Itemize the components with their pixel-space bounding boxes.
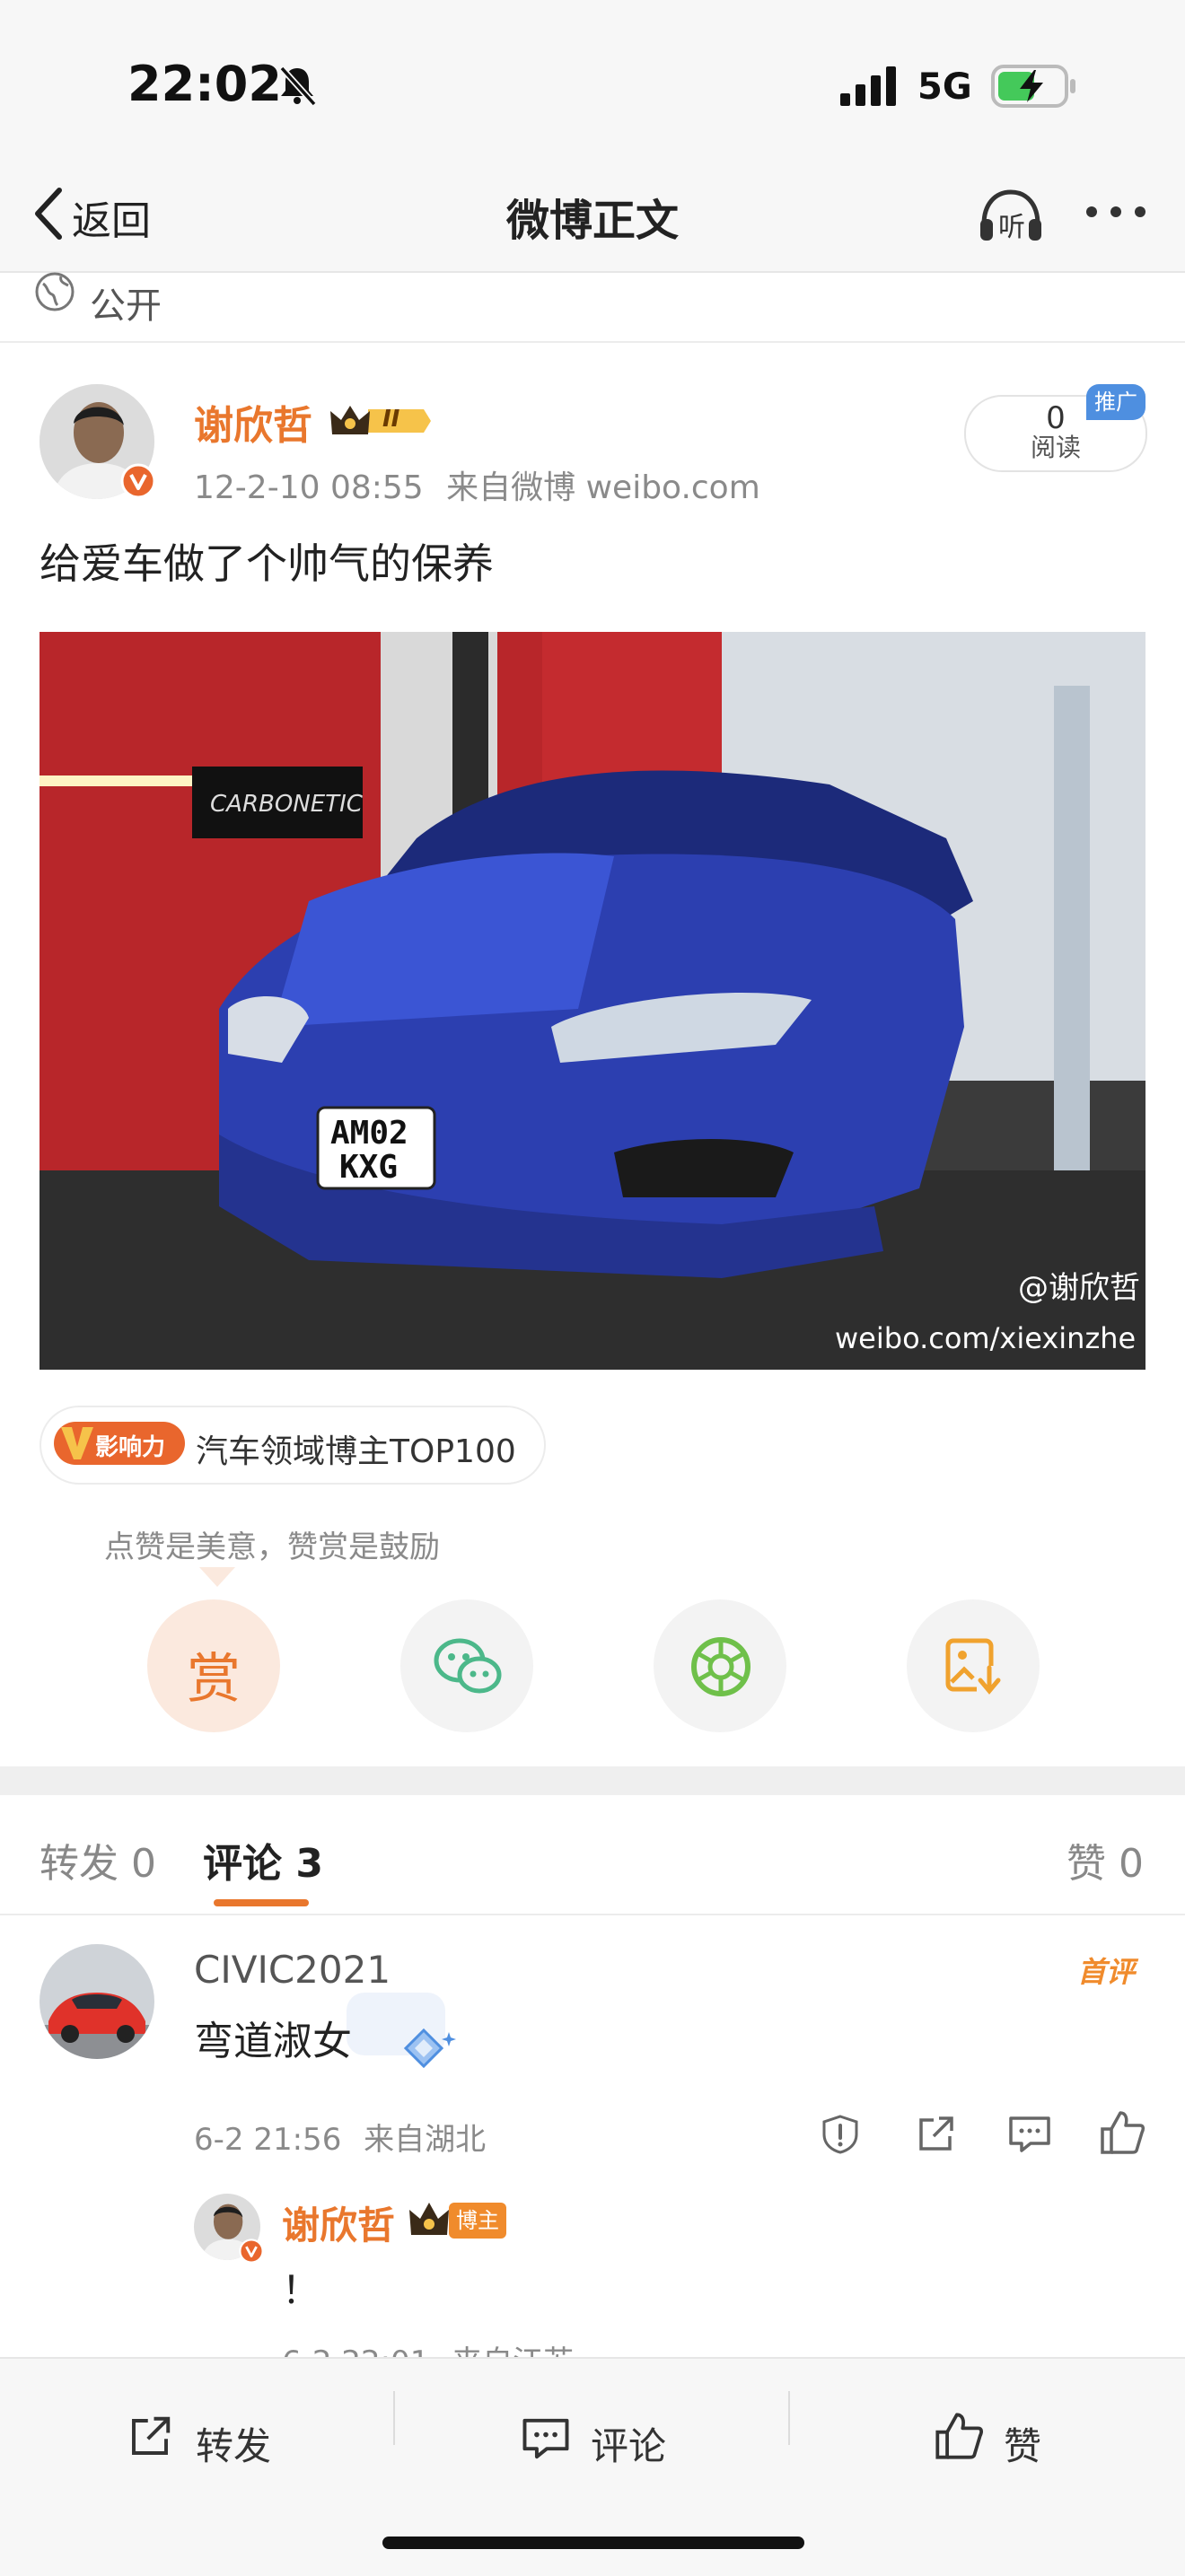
repost-icon [132, 2416, 171, 2455]
influence-badge-text: 影响力 [95, 1434, 166, 1461]
first-comment-badge: 首评 [1077, 1955, 1136, 1989]
comment-meta: 6-2 21:56 来自湖北 [194, 2115, 486, 2159]
comment-text: 弯道淑女 [194, 2019, 352, 2064]
battery-charging-icon [991, 65, 1075, 108]
wall-logo-text: CARBONETIC [210, 791, 364, 818]
watermark-handle: @谢欣哲 [1018, 1270, 1140, 1306]
diamond-sticker-icon [403, 2028, 456, 2069]
post-source[interactable]: 来自微博 weibo.com [446, 469, 760, 506]
verified-badge-icon [239, 2239, 264, 2264]
post-photo[interactable]: CARBONETIC AM02 KXG @谢欣哲 weibo.com/xiexi… [40, 632, 1146, 1370]
save-image-button[interactable] [907, 1599, 1040, 1732]
reply-text: ！ [282, 2268, 320, 2312]
reply-icon[interactable] [1007, 2113, 1052, 2156]
wechat-icon [434, 1638, 502, 1694]
mute-bell-icon [279, 66, 317, 107]
separator [393, 2391, 395, 2445]
reward-button-label: 赏 [187, 1648, 241, 1711]
verified-badge-icon [120, 463, 156, 499]
crown-icon [409, 2203, 449, 2235]
promote-badge[interactable]: 推广 [1086, 384, 1146, 420]
bottom-like-label[interactable]: 赞 [1004, 2416, 1041, 2471]
more-icon[interactable] [1083, 203, 1149, 221]
owner-tag: 博主 [449, 2203, 506, 2239]
post-text: 给爱车做了个帅气的保养 [40, 539, 494, 588]
plate-line2: KXG [339, 1149, 398, 1186]
network-label: 5G [917, 66, 972, 108]
divider [0, 1914, 1185, 1915]
v-logo-icon [61, 1427, 93, 1459]
share-moments-button[interactable] [654, 1599, 786, 1732]
comment-time: 6-2 21:56 [194, 2122, 342, 2158]
tip-pointer [199, 1567, 235, 1587]
author-name[interactable]: 谢欣哲 [194, 393, 312, 451]
save-image-icon [945, 1638, 1002, 1696]
tab-repost[interactable]: 转发 0 [40, 1831, 156, 1888]
plate-line1: AM02 [330, 1115, 408, 1152]
bottom-comment-label[interactable]: 评论 [591, 2416, 666, 2471]
share-wechat-button[interactable] [400, 1599, 533, 1732]
watermark-url: weibo.com/xiexinzhe [835, 1321, 1136, 1355]
comment-like-icon[interactable] [1099, 2109, 1146, 2156]
influence-badge: 影响力 [54, 1422, 185, 1465]
report-shield-icon[interactable] [819, 2113, 862, 2156]
tab-likes[interactable]: 赞 0 [1066, 1831, 1144, 1888]
globe-icon [35, 272, 75, 311]
status-time: 22:02 [127, 56, 282, 112]
reward-button[interactable]: 赏 [147, 1599, 280, 1732]
separator [788, 2391, 790, 2445]
signal-icon [840, 66, 896, 106]
reward-tip: 点赞是美意，赞赏是鼓励 [104, 1529, 440, 1565]
bottom-like-button[interactable] [930, 2402, 1074, 2474]
listen-button[interactable]: 听 [977, 183, 1045, 248]
section-gap [0, 1766, 1185, 1795]
reply-username[interactable]: 谢欣哲 [282, 2195, 395, 2250]
vip-badge: II [329, 402, 433, 440]
home-indicator [382, 2537, 804, 2549]
divider [0, 341, 1185, 343]
post-time: 12-2-10 08:55 [194, 469, 424, 506]
comment-repost-icon[interactable] [914, 2113, 957, 2156]
aperture-icon [691, 1637, 750, 1696]
car-garage-photo: CARBONETIC AM02 KXG @谢欣哲 weibo.com/xiexi… [40, 632, 1146, 1370]
comment-location: 来自湖北 [364, 2122, 487, 2158]
vip-level: II [382, 406, 400, 433]
comment-username[interactable]: CIVIC2021 [194, 1948, 391, 1992]
read-label: 阅读 [1030, 433, 1081, 462]
listen-label: 听 [998, 212, 1025, 243]
tab-comments[interactable]: 评论 3 [203, 1831, 323, 1888]
like-icon [935, 2413, 983, 2459]
comment-icon [522, 2418, 569, 2459]
bottom-repost-label[interactable]: 转发 [196, 2416, 271, 2471]
red-car-photo [40, 1944, 154, 2059]
post-meta: 12-2-10 08:55 来自微博 weibo.com [194, 461, 760, 508]
active-tab-indicator [214, 1899, 309, 1906]
visibility-label: 公开 [90, 285, 162, 327]
influence-label[interactable]: 汽车领域博主TOP100 [196, 1425, 516, 1472]
comment-avatar[interactable] [40, 1944, 154, 2059]
crown-icon [330, 406, 431, 434]
